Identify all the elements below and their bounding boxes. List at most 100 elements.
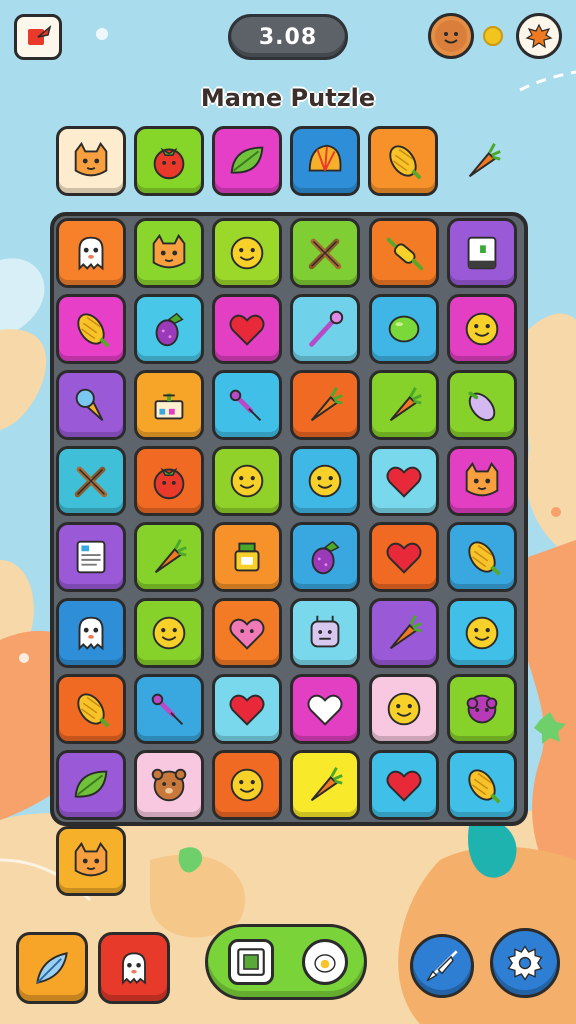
heart-icon: [229, 314, 265, 346]
board-tile[interactable]: [56, 674, 126, 744]
board-tile[interactable]: [369, 294, 439, 364]
board-tile[interactable]: [447, 446, 517, 516]
ghost-face-icon: [78, 616, 104, 651]
jar-icon: [234, 542, 260, 572]
board-tile[interactable]: [56, 522, 126, 592]
board-tile[interactable]: [290, 370, 360, 440]
carrot-icon: [154, 539, 187, 574]
board-tile[interactable]: [290, 446, 360, 516]
board-tile[interactable]: [447, 370, 517, 440]
board-tile[interactable]: [447, 522, 517, 592]
carrot-icon: [310, 387, 343, 422]
board-tile[interactable]: [369, 446, 439, 516]
board-tile[interactable]: [369, 218, 439, 288]
leaf-menu-button[interactable]: [516, 13, 562, 59]
board-tile[interactable]: [447, 218, 517, 288]
board-tile[interactable]: [134, 218, 204, 288]
board-tile[interactable]: [56, 446, 126, 516]
board-tile[interactable]: [212, 218, 282, 288]
board-tile[interactable]: [134, 522, 204, 592]
board-tile[interactable]: [212, 750, 282, 820]
brush-icon: [151, 693, 184, 726]
exit-button[interactable]: [14, 14, 62, 60]
next-tile[interactable]: [56, 826, 126, 896]
cat-face-icon: [152, 233, 186, 269]
cat-face-icon: [74, 841, 108, 877]
heart-outline-icon: [307, 694, 343, 726]
board-tile[interactable]: [369, 674, 439, 744]
heart-face-icon: [229, 618, 265, 650]
board-tile[interactable]: [290, 598, 360, 668]
board-tile[interactable]: [447, 674, 517, 744]
board-tile[interactable]: [290, 294, 360, 364]
board-tile[interactable]: [56, 598, 126, 668]
carrot-icon: [389, 615, 422, 650]
board-tile[interactable]: [212, 522, 282, 592]
board-tile[interactable]: [290, 522, 360, 592]
board-tile[interactable]: [134, 370, 204, 440]
board-tile[interactable]: [212, 446, 282, 516]
goal-tile[interactable]: [56, 126, 126, 196]
heart-icon: [386, 542, 422, 574]
berry-icon: [311, 540, 340, 575]
goal-tile[interactable]: [134, 126, 204, 196]
ghost-face-icon: [78, 236, 104, 271]
book-icon: [467, 236, 497, 270]
note-icon: [76, 540, 106, 574]
board-tile[interactable]: [56, 294, 126, 364]
top-bar: 3.08: [0, 0, 576, 80]
goal-tile[interactable]: [448, 126, 518, 196]
board-tile[interactable]: [369, 370, 439, 440]
carrot-icon: [468, 143, 501, 178]
board-tile[interactable]: [212, 674, 282, 744]
exit-icon: [28, 24, 52, 45]
robot-face-icon: [310, 615, 340, 648]
board-tile[interactable]: [290, 218, 360, 288]
wand-icon: [309, 310, 344, 347]
board-tile[interactable]: [369, 598, 439, 668]
board-tile[interactable]: [447, 750, 517, 820]
smiley-face-icon: [387, 692, 421, 726]
shell-icon: [308, 144, 342, 172]
smiley-face-icon: [465, 312, 499, 346]
board-tile[interactable]: [212, 370, 282, 440]
board-tile[interactable]: [447, 598, 517, 668]
board-tile[interactable]: [134, 674, 204, 744]
board-tile[interactable]: [134, 750, 204, 820]
board-tile[interactable]: [369, 750, 439, 820]
rolling-pin-icon: [386, 237, 424, 271]
coin-icon: [483, 26, 503, 46]
board-tile[interactable]: [212, 598, 282, 668]
smiley-face-icon: [308, 464, 342, 498]
corn-icon: [77, 313, 110, 348]
board-tile[interactable]: [212, 294, 282, 364]
goal-tile[interactable]: [290, 126, 360, 196]
board-tile[interactable]: [290, 674, 360, 744]
board-tile[interactable]: [56, 370, 126, 440]
cat-face-icon: [465, 461, 499, 497]
board-tile[interactable]: [134, 294, 204, 364]
board-tile[interactable]: [56, 218, 126, 288]
berry-icon: [155, 312, 184, 347]
brush-icon: [229, 389, 262, 422]
board-tile[interactable]: [134, 446, 204, 516]
board-tile[interactable]: [290, 750, 360, 820]
smiley-face-icon: [465, 616, 499, 650]
goal-tile[interactable]: [368, 126, 438, 196]
board-tile[interactable]: [447, 294, 517, 364]
carrot-icon: [389, 387, 422, 422]
smiley-face-icon: [230, 464, 264, 498]
goal-tile[interactable]: [212, 126, 282, 196]
heart-icon: [386, 770, 422, 802]
carrot-icon: [310, 767, 343, 802]
bear-face-icon: [151, 768, 187, 802]
tomato-icon: [153, 147, 185, 180]
corn-icon: [389, 145, 422, 180]
crossed-sticks-icon: [308, 238, 342, 270]
board-tile[interactable]: [56, 750, 126, 820]
board-tile[interactable]: [134, 598, 204, 668]
board-tile[interactable]: [369, 522, 439, 592]
ice-cream-icon: [75, 388, 104, 422]
lime-icon: [388, 315, 420, 343]
avatar[interactable]: [428, 13, 474, 59]
